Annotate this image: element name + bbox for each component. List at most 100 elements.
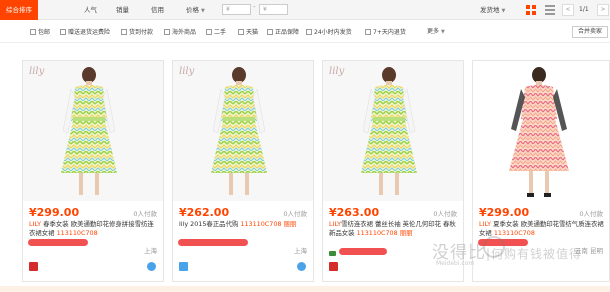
- sold-count: 0人付款: [133, 210, 157, 218]
- filter-label: 包邮: [38, 29, 51, 36]
- tab-comprehensive-sort[interactable]: 综合排序: [0, 0, 38, 20]
- model-dress-illustration: [509, 67, 569, 197]
- title-brand: lily: [179, 220, 189, 228]
- tab-label: 人气: [84, 6, 97, 14]
- tab-label: 价格: [186, 6, 199, 14]
- product-title[interactable]: LILY 夏季女装 欧美通勤印花雪纺气质连衣裙女裙 113110C708: [479, 220, 609, 237]
- title-code: 113110C708: [56, 228, 98, 237]
- chevron-down-icon: ▼: [501, 8, 506, 14]
- list-icon: [329, 251, 336, 256]
- grid-view-icon[interactable]: [526, 5, 536, 15]
- sort-bar: 综合排序 人气 销量 信用 价格 ▼ ¥ - ¥ 发货地 ▼ < 1/1 >: [0, 0, 610, 20]
- product-title[interactable]: LILY 春季女装 欧美通勤印花修身拼接雪纺连衣裙女裙 113110C708: [29, 220, 159, 237]
- tab-sales[interactable]: 销量: [116, 0, 129, 20]
- price-range-dash: -: [253, 3, 256, 11]
- seller-location: 上海: [294, 247, 307, 255]
- filter-label: 正品保障: [275, 29, 300, 36]
- model-dress-illustration: [61, 67, 117, 195]
- product-card[interactable]: lily ¥262.00 0人付款 lily 2015春正品代购 113110C…: [172, 60, 314, 282]
- title-code: 113110C708: [240, 220, 282, 228]
- filter-label: 货到付款: [129, 29, 154, 36]
- brand-logo: lily: [29, 66, 45, 77]
- sold-count: 0人付款: [579, 210, 603, 218]
- sold-count: 0人付款: [283, 210, 307, 218]
- filter-7day-return[interactable]: 7+天内退货: [365, 28, 406, 37]
- tmall-badge-icon: [329, 262, 338, 271]
- next-page-button[interactable]: >: [597, 4, 609, 16]
- product-price: ¥299.00: [29, 206, 80, 219]
- title-code: 113110C708: [493, 228, 535, 237]
- filter-label: 海外商品: [172, 29, 197, 36]
- list-view-icon[interactable]: [545, 5, 555, 15]
- filter-return-insurance[interactable]: 赠送退货运费险: [60, 28, 110, 37]
- checkbox-icon: [121, 29, 127, 35]
- checkbox-icon: [306, 29, 312, 35]
- filter-overseas[interactable]: 海外商品: [164, 28, 196, 37]
- brand-logo: lily: [329, 66, 345, 77]
- checkbox-icon: [365, 29, 371, 35]
- product-card[interactable]: lily ¥299.00 0人付款 LILY 春季女装 欧美通勤印花修身拼接雪纺…: [22, 60, 164, 282]
- product-price: ¥263.00: [329, 206, 380, 219]
- tab-popularity[interactable]: 人气: [84, 0, 97, 20]
- checkbox-icon: [206, 29, 212, 35]
- ship-from-dropdown[interactable]: 发货地 ▼: [480, 0, 505, 20]
- checkbox-icon: [238, 29, 244, 35]
- tab-label: 信用: [151, 6, 164, 14]
- product-image[interactable]: [473, 61, 609, 201]
- wangwang-chat-icon[interactable]: [297, 262, 306, 271]
- filter-free-shipping[interactable]: 包邮: [30, 28, 50, 37]
- checkbox-icon: [267, 29, 273, 35]
- checkbox-icon: [164, 29, 170, 35]
- prev-page-button[interactable]: <: [562, 4, 574, 16]
- title-brand: LILY: [329, 220, 342, 228]
- more-label: 更多: [427, 28, 440, 35]
- title-extra: 丽丽: [399, 228, 413, 237]
- tab-label: 销量: [116, 6, 129, 14]
- filter-label: 7+天内退货: [373, 29, 406, 36]
- filter-bar: 包邮 赠送退货运费险 货到付款 海外商品 二手 天猫 正品保障 24小时内发货 …: [0, 21, 610, 43]
- title-brand: LILY: [29, 220, 42, 228]
- brand-logo: lily: [179, 66, 195, 77]
- tab-credit[interactable]: 信用: [151, 0, 164, 20]
- filter-label: 天猫: [246, 29, 259, 36]
- price-min-input[interactable]: ¥: [222, 4, 251, 15]
- ship-from-label: 发货地: [480, 6, 500, 14]
- chevron-down-icon: ▼: [441, 29, 445, 35]
- shop-name-redacted: [28, 239, 88, 246]
- shop-name-redacted: [339, 248, 387, 255]
- checkbox-icon: [30, 29, 36, 35]
- filter-24h-ship[interactable]: 24小时内发货: [306, 28, 352, 37]
- filter-cash-on-delivery[interactable]: 货到付款: [121, 28, 153, 37]
- wangwang-chat-icon[interactable]: [147, 262, 156, 271]
- filter-second-hand[interactable]: 二手: [206, 28, 226, 37]
- title-extra: 丽丽: [283, 220, 297, 228]
- model-dress-illustration: [361, 67, 417, 195]
- product-image[interactable]: lily: [173, 61, 313, 201]
- guarantee-badge-icon: [179, 262, 188, 271]
- filter-label: 二手: [214, 29, 227, 36]
- checkbox-icon: [60, 29, 66, 35]
- chevron-down-icon: ▼: [201, 8, 205, 14]
- price-max-input[interactable]: ¥: [259, 4, 288, 15]
- tab-price[interactable]: 价格 ▼: [186, 0, 205, 20]
- merge-sellers-button[interactable]: 合并卖家: [572, 26, 608, 38]
- seller-location: 上海: [144, 247, 157, 255]
- product-image[interactable]: lily: [23, 61, 163, 201]
- title-code: 113110C708: [356, 228, 398, 237]
- sold-count: 0人付款: [433, 210, 457, 218]
- product-title[interactable]: LILY雪纺连衣裙 蕾丝长袖 英伦几何印花 春秋新品女装 113110C708 …: [329, 220, 459, 237]
- filter-genuine[interactable]: 正品保障: [267, 28, 299, 37]
- product-title[interactable]: lily 2015春正品代购 113110C708 丽丽: [179, 220, 309, 229]
- product-price: ¥262.00: [179, 206, 230, 219]
- page-indicator: 1/1: [579, 6, 589, 13]
- watermark-sub: Meidebi.com: [436, 260, 475, 267]
- filter-tmall[interactable]: 天猫: [238, 28, 258, 37]
- product-price: ¥299.00: [479, 206, 530, 219]
- bottom-strip: [0, 286, 610, 292]
- filter-label: 24小时内发货: [314, 29, 352, 36]
- watermark-side: |何购有钱被值得: [486, 247, 583, 261]
- product-image[interactable]: lily: [323, 61, 463, 201]
- title-text: 2015春正品代购: [188, 220, 241, 228]
- tmall-badge-icon: [29, 262, 38, 271]
- more-filters-button[interactable]: 更多 ▼: [427, 26, 445, 38]
